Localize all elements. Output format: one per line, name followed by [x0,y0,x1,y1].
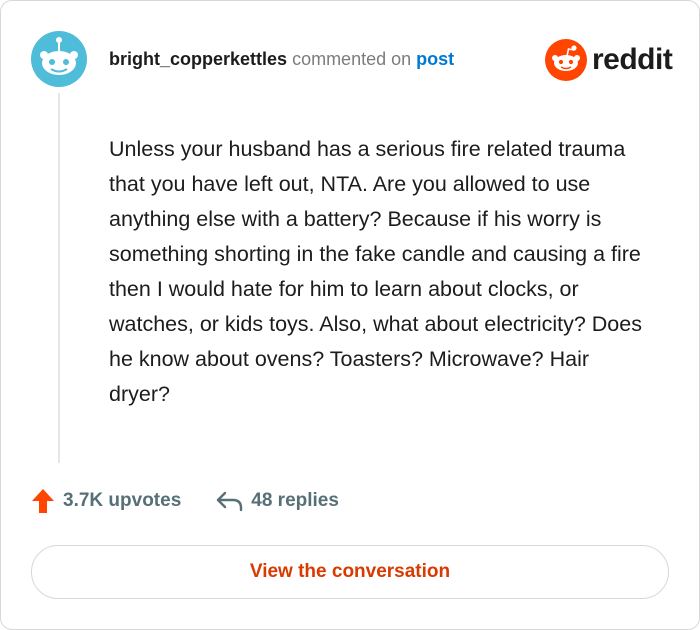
comment-stats: 3.7K upvotes 48 replies [31,488,339,514]
reddit-logo[interactable]: reddit [545,39,673,81]
reddit-snoo-logo-icon [545,39,587,81]
thread-line [58,93,60,463]
commented-on-text: commented on [292,49,412,69]
replies-count: 48 replies [251,490,339,511]
username-link[interactable]: bright_copperkettles [109,49,287,69]
view-conversation-button[interactable]: View the conversation [31,545,669,599]
comment-header: bright_copperkettles commented on post [109,47,454,71]
upvotes-count: 3.7K upvotes [63,490,182,511]
post-link[interactable]: post [416,49,454,69]
upvote-arrow-icon [32,489,54,513]
replies-stat[interactable]: 48 replies [215,490,339,512]
upvotes-stat[interactable]: 3.7K upvotes [31,488,181,514]
user-avatar[interactable] [31,31,87,87]
comment-body: Unless your husband has a serious fire r… [109,137,642,406]
snoo-avatar-icon [31,31,87,87]
reddit-wordmark: reddit [592,43,673,76]
reply-arrow-icon [217,491,243,512]
reddit-comment-card: bright_copperkettles commented on post r… [0,0,700,630]
